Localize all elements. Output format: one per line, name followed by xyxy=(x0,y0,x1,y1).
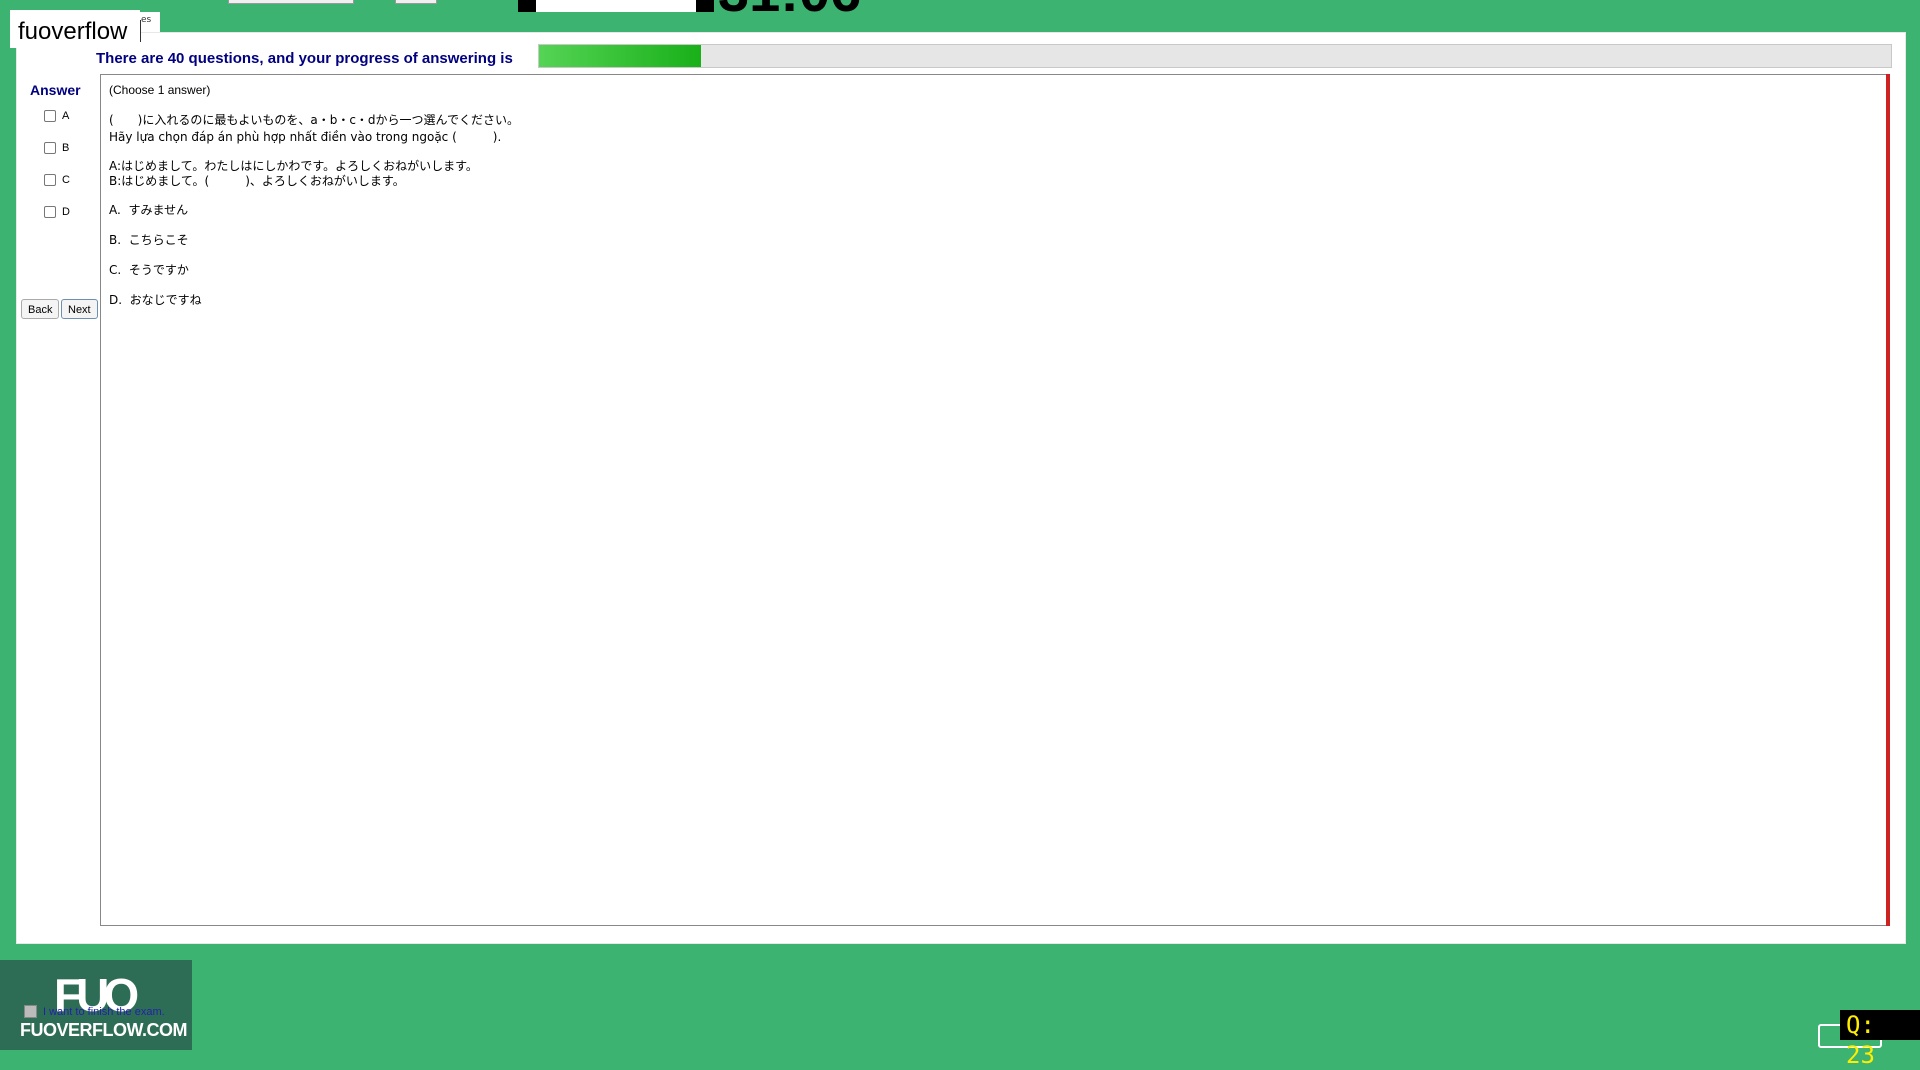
back-button[interactable]: Back xyxy=(21,299,60,319)
answer-option-b[interactable]: B xyxy=(44,142,69,154)
answer-title: Answer xyxy=(30,82,81,98)
answer-checkbox-a[interactable] xyxy=(44,110,56,122)
answer-option-b-label: B xyxy=(62,142,70,154)
brand-secondary-tab[interactable]: es xyxy=(138,12,160,32)
answer-option-a-label: A xyxy=(62,110,70,122)
finish-exam-option[interactable]: I want to finish the exam. xyxy=(24,1005,165,1018)
vertical-scrollbar[interactable] xyxy=(1886,74,1890,926)
progress-bar xyxy=(538,44,1892,68)
question-choice-c: C. そうですか xyxy=(109,263,189,277)
brand-secondary-tab-label: es xyxy=(141,15,152,25)
answer-checkbox-d[interactable] xyxy=(44,206,56,218)
answer-checkbox-c[interactable] xyxy=(44,174,56,186)
question-choice-b: B. こちらこそ xyxy=(109,233,189,247)
top-small-control[interactable] xyxy=(395,0,437,4)
top-strip: 31:06 xyxy=(0,0,1920,32)
answer-option-d[interactable]: D xyxy=(44,206,70,218)
answer-option-c[interactable]: C xyxy=(44,174,70,186)
question-counter: Q: 23 xyxy=(1840,1010,1920,1069)
timer-frame-inner xyxy=(536,0,696,12)
finish-exam-checkbox[interactable] xyxy=(24,1005,37,1018)
question-prompt-vi: Hãy lựa chọn đáp án phù hợp nhất điền và… xyxy=(109,130,502,144)
question-dialog-b: B:はじめまして。( )、よろしくおねがいします。 xyxy=(109,174,405,188)
progress-label: There are 40 questions, and your progres… xyxy=(96,50,513,67)
question-content: (Choose 1 answer) ( )に入れるのに最もよいものを、a・b・c… xyxy=(100,74,1887,926)
next-button[interactable]: Next xyxy=(61,299,98,319)
answer-checkbox-b[interactable] xyxy=(44,142,56,154)
question-prompt-jp: ( )に入れるのに最もよいものを、a・b・c・dから一つ選んでください。 xyxy=(109,113,519,127)
answer-option-a[interactable]: A xyxy=(44,110,69,122)
timer-display: 31:06 xyxy=(718,0,861,20)
text-caret xyxy=(140,20,141,42)
brand-tab: fuoverflow xyxy=(10,10,140,48)
finish-exam-label: I want to finish the exam. xyxy=(43,1005,165,1018)
question-choice-a: A. すみません xyxy=(109,203,189,217)
question-instruction: (Choose 1 answer) xyxy=(109,83,211,97)
progress-bar-fill xyxy=(539,45,702,67)
answer-option-d-label: D xyxy=(62,206,70,218)
question-choice-d: D. おなじですね xyxy=(109,293,202,307)
brand-name: fuoverflow xyxy=(18,18,128,45)
top-dropdown[interactable] xyxy=(228,0,354,4)
answer-option-c-label: C xyxy=(62,174,70,186)
logo-wordmark: FUOVERFLOW.COM xyxy=(20,1020,188,1040)
